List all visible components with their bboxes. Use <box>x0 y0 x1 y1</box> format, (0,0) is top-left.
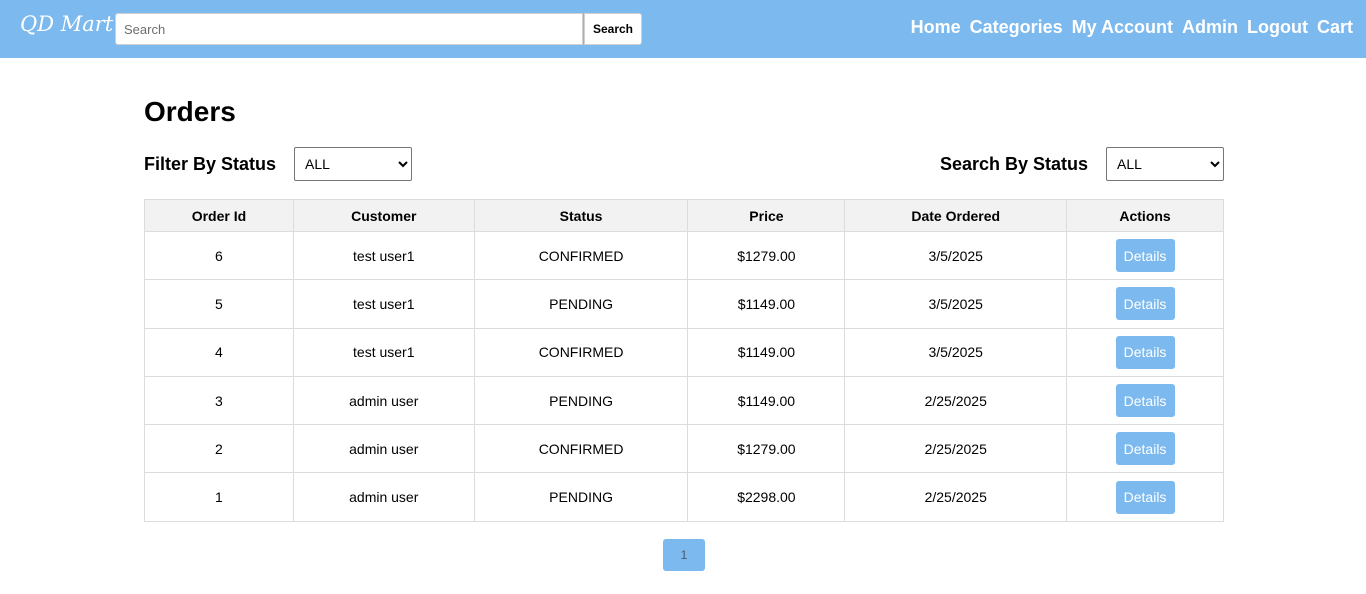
price-cell: $1279.00 <box>687 424 846 474</box>
header-order-id: Order Id <box>144 199 294 232</box>
date-cell: 3/5/2025 <box>844 279 1068 329</box>
nav-logout-link[interactable]: Logout <box>1247 17 1308 38</box>
table-row: 4 test user1 CONFIRMED $1149.00 3/5/2025… <box>144 327 1224 377</box>
table-row: 3 admin user PENDING $1149.00 2/25/2025 … <box>144 375 1224 426</box>
details-button[interactable]: Details <box>1115 335 1175 369</box>
header-customer: Customer <box>292 199 475 232</box>
status-cell: PENDING <box>473 472 689 522</box>
date-cell: 2/25/2025 <box>844 375 1068 426</box>
order-id-cell: 6 <box>144 230 294 281</box>
date-cell: 3/5/2025 <box>844 327 1068 377</box>
actions-cell: Details <box>1066 424 1224 474</box>
header-actions: Actions <box>1066 199 1224 232</box>
filter-by-status-label: Filter By Status <box>144 154 277 174</box>
details-button[interactable]: Details <box>1115 480 1175 514</box>
table-row: 1 admin user PENDING $2298.00 2/25/2025 … <box>144 472 1224 522</box>
actions-cell: Details <box>1066 279 1224 329</box>
status-cell: CONFIRMED <box>473 424 689 474</box>
price-cell: $1149.00 <box>687 279 846 329</box>
actions-cell: Details <box>1066 375 1224 426</box>
filter-status-select[interactable]: ALL <box>294 147 412 181</box>
order-id-cell: 2 <box>144 424 294 474</box>
details-button[interactable]: Details <box>1115 432 1175 466</box>
order-id-cell: 3 <box>144 375 294 426</box>
table-row: 6 test user1 CONFIRMED $1279.00 3/5/2025… <box>144 230 1224 281</box>
date-cell: 2/25/2025 <box>844 472 1068 522</box>
order-id-cell: 1 <box>144 472 294 522</box>
search-input[interactable] <box>115 13 583 45</box>
table-row: 5 test user1 PENDING $1149.00 3/5/2025 D… <box>144 279 1224 329</box>
nav-home-link[interactable]: Home <box>911 17 961 38</box>
customer-cell: test user1 <box>292 230 475 281</box>
price-cell: $1149.00 <box>687 327 846 377</box>
header-date-ordered: Date Ordered <box>844 199 1068 232</box>
customer-cell: test user1 <box>292 327 475 377</box>
table-header-row: Order Id Customer Status Price Date Orde… <box>144 199 1224 232</box>
customer-cell: test user1 <box>292 279 475 329</box>
status-cell: PENDING <box>473 279 689 329</box>
price-cell: $2298.00 <box>687 472 846 522</box>
status-cell: CONFIRMED <box>473 230 689 281</box>
customer-cell: admin user <box>292 424 475 474</box>
order-id-cell: 4 <box>144 327 294 377</box>
details-button[interactable]: Details <box>1115 287 1175 321</box>
page-title: Orders <box>144 96 236 127</box>
actions-cell: Details <box>1066 472 1224 522</box>
header-price: Price <box>687 199 846 232</box>
details-button[interactable]: Details <box>1115 384 1175 418</box>
nav-links: Home Categories My Account Admin Logout … <box>902 17 1353 38</box>
price-cell: $1149.00 <box>687 375 846 426</box>
status-cell: PENDING <box>473 375 689 426</box>
nav-admin-link[interactable]: Admin <box>1182 17 1238 38</box>
nav-my-account-link[interactable]: My Account <box>1072 17 1173 38</box>
search-by-status-label: Search By Status <box>940 154 1089 174</box>
details-button[interactable]: Details <box>1115 239 1175 273</box>
price-cell: $1279.00 <box>687 230 846 281</box>
pagination-page-button[interactable]: 1 <box>663 539 705 571</box>
date-cell: 3/5/2025 <box>844 230 1068 281</box>
order-id-cell: 5 <box>144 279 294 329</box>
navbar: QD Mart Search Home Categories My Accoun… <box>0 0 1366 58</box>
search-button[interactable]: Search <box>584 13 642 45</box>
status-cell: CONFIRMED <box>473 327 689 377</box>
nav-categories-link[interactable]: Categories <box>970 17 1063 38</box>
search-status-select[interactable]: ALL <box>1106 147 1224 181</box>
customer-cell: admin user <box>292 472 475 522</box>
table-row: 2 admin user CONFIRMED $1279.00 2/25/202… <box>144 424 1224 474</box>
header-status: Status <box>473 199 689 232</box>
actions-cell: Details <box>1066 327 1224 377</box>
brand-logo[interactable]: QD Mart <box>20 12 113 36</box>
nav-cart-link[interactable]: Cart <box>1317 17 1353 38</box>
orders-table: Order Id Customer Status Price Date Orde… <box>144 199 1224 522</box>
customer-cell: admin user <box>292 375 475 426</box>
actions-cell: Details <box>1066 230 1224 281</box>
date-cell: 2/25/2025 <box>844 424 1068 474</box>
